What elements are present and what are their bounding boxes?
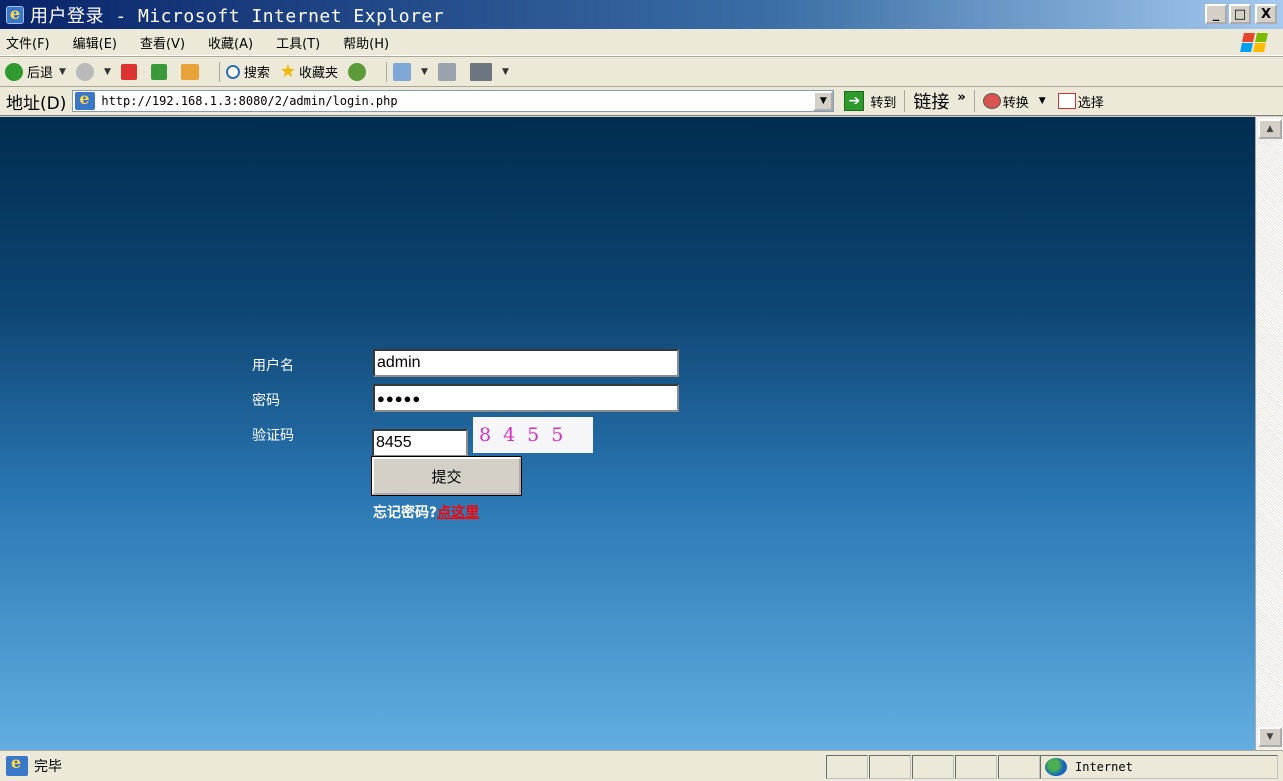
forgot-password-link[interactable]: 点这里 [437, 505, 479, 521]
go-button[interactable]: ➔ 转到 [844, 91, 896, 111]
address-bar: 地址(D) http://192.168.1.3:8080/2/admin/lo… [0, 86, 1283, 116]
toolbar: 后退 ▼ ▼ 搜索 ★ 收藏夹 ▼ ▼ [0, 56, 1283, 86]
links-more-button[interactable]: » [957, 90, 965, 105]
page-icon [75, 89, 96, 110]
forward-button[interactable]: ▼ [75, 62, 111, 81]
chevron-down-icon[interactable]: ▼ [421, 67, 428, 77]
select-button[interactable]: 选择 [1057, 92, 1104, 111]
convert-icon [982, 93, 1001, 109]
status-pane [998, 755, 1040, 779]
go-arrow-icon: ➔ [844, 91, 865, 111]
links-button[interactable]: 链接 [913, 88, 949, 114]
mail-button[interactable]: ▼ [393, 62, 428, 81]
status-panes [826, 755, 1041, 779]
refresh-icon [150, 63, 167, 80]
star-icon: ★ [279, 61, 297, 82]
scroll-down-button[interactable]: ▼ [1258, 727, 1282, 747]
refresh-button[interactable] [150, 63, 171, 80]
scroll-up-button[interactable]: ▲ [1258, 119, 1282, 139]
history-button[interactable] [348, 62, 370, 81]
username-input[interactable]: admin [373, 349, 679, 377]
select-icon [1057, 93, 1076, 109]
page-done-icon [6, 753, 28, 776]
menu-edit[interactable]: 编辑(E) [73, 33, 117, 52]
search-button[interactable]: 搜索 [225, 62, 270, 81]
menu-file[interactable]: 文件(F) [6, 33, 50, 52]
home-button[interactable] [180, 63, 203, 80]
menu-help[interactable]: 帮助(H) [343, 33, 389, 52]
close-button[interactable]: X [1255, 4, 1277, 24]
password-input[interactable]: ●●●●● [373, 384, 679, 412]
chevron-down-icon[interactable]: ▼ [59, 67, 66, 77]
mail-icon [393, 62, 412, 81]
address-input[interactable]: http://192.168.1.3:8080/2/admin/login.ph… [72, 89, 835, 112]
title-bar: 用户登录 - Microsoft Internet Explorer _ □ X [0, 0, 1283, 29]
print-button[interactable] [437, 62, 460, 81]
status-text: 完毕 [34, 759, 62, 775]
home-icon [180, 63, 199, 80]
search-icon [225, 64, 240, 79]
captcha-image[interactable]: 8455 [473, 417, 593, 453]
stop-icon [120, 63, 137, 80]
toolbar-divider [218, 61, 220, 82]
forward-arrow-icon [75, 62, 94, 81]
edit-button[interactable]: ▼ [469, 62, 509, 81]
chevron-down-icon[interactable]: ▼ [502, 67, 509, 77]
address-divider [973, 90, 975, 112]
captcha-label: 验证码 [252, 428, 294, 444]
zone-label: Internet [1075, 760, 1133, 774]
select-label: 选择 [1077, 95, 1104, 111]
page-viewport: 用户名 admin 密码 ●●●●● 验证码 8455 8455 提交 忘记密码… [0, 117, 1255, 750]
status-pane [912, 755, 954, 779]
menu-favorites[interactable]: 收藏(A) [208, 33, 253, 52]
address-dropdown-button[interactable]: ▼ [813, 91, 834, 111]
address-url[interactable]: http://192.168.1.3:8080/2/admin/login.ph… [101, 94, 397, 108]
password-label: 密码 [252, 393, 280, 409]
windows-logo-icon [1237, 31, 1271, 53]
maximize-button[interactable]: □ [1229, 4, 1251, 24]
menu-view[interactable]: 查看(V) [140, 33, 185, 52]
address-label: 地址(D) [6, 93, 67, 114]
status-pane [826, 755, 868, 779]
forgot-password-row: 忘记密码?点这里 [373, 502, 479, 522]
convert-button[interactable]: 转换 ▼ [982, 92, 1046, 111]
convert-label: 转换 [1002, 95, 1029, 111]
minimize-button[interactable]: _ [1205, 4, 1227, 24]
address-divider [904, 90, 906, 112]
favorites-label: 收藏夹 [299, 66, 339, 81]
back-arrow-icon [5, 62, 23, 81]
window-controls: _ □ X [1205, 4, 1277, 24]
printer-icon [437, 62, 456, 81]
chevron-down-icon[interactable]: ▼ [104, 67, 111, 77]
back-label: 后退 [27, 66, 54, 81]
favorites-button[interactable]: ★ 收藏夹 [280, 61, 338, 82]
search-label: 搜索 [243, 66, 270, 81]
status-pane [955, 755, 997, 779]
stop-button[interactable] [120, 63, 141, 80]
security-zone: Internet [1040, 755, 1278, 779]
toolbar-divider [386, 61, 388, 82]
submit-button[interactable]: 提交 [371, 456, 522, 496]
chevron-down-icon[interactable]: ▼ [1039, 96, 1046, 106]
forgot-password-text: 忘记密码? [373, 505, 438, 521]
username-label: 用户名 [252, 358, 294, 374]
menu-bar: 文件(F) 编辑(E) 查看(V) 收藏(A) 工具(T) 帮助(H) [0, 29, 1283, 56]
ie-icon [6, 4, 24, 24]
globe-icon [1045, 758, 1067, 776]
window-title: 用户登录 - Microsoft Internet Explorer [30, 5, 445, 27]
status-pane [869, 755, 911, 779]
status-bar: 完毕 Internet [0, 750, 1283, 781]
back-button[interactable]: 后退 ▼ [5, 62, 66, 81]
captcha-input[interactable]: 8455 [372, 429, 468, 457]
go-label: 转到 [870, 95, 897, 111]
menu-tools[interactable]: 工具(T) [276, 33, 320, 52]
vertical-scrollbar[interactable]: ▲ ▼ [1255, 117, 1283, 750]
edit-icon [469, 62, 492, 81]
history-icon [348, 62, 367, 81]
